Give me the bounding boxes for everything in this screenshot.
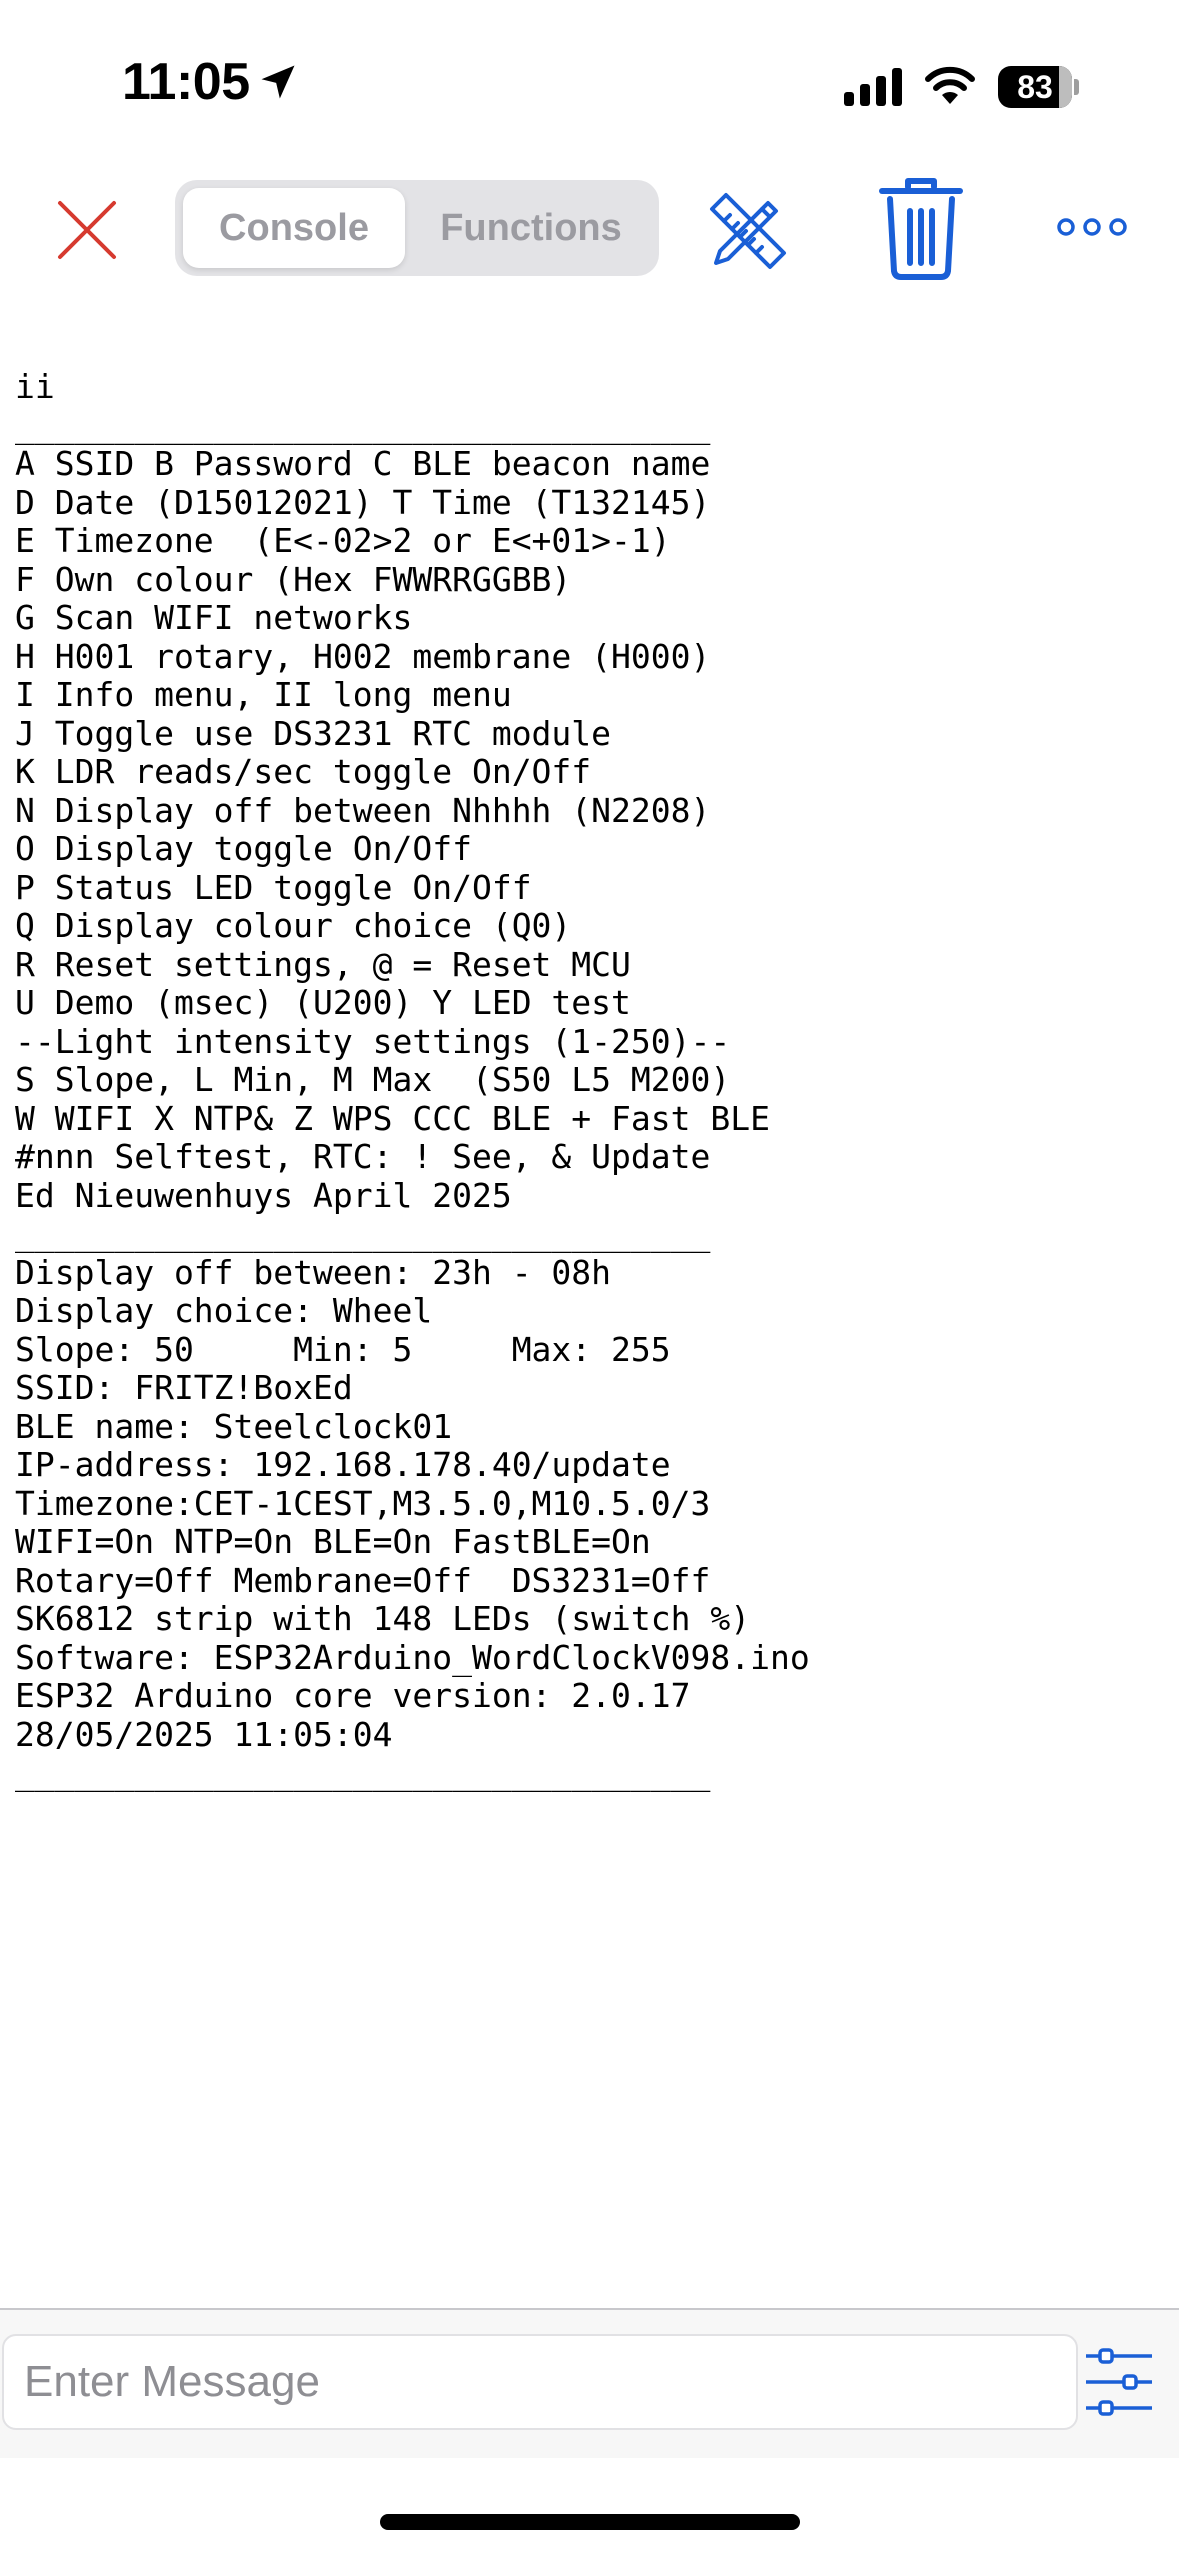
ruler-pencil-icon[interactable] [706,189,790,273]
console-line: A SSID B Password C BLE beacon name [15,444,711,483]
close-icon[interactable] [52,195,122,265]
status-bar: 11:05 83 [0,0,1179,160]
console-line: Ed Nieuwenhuys April 2025 [15,1175,512,1215]
console-line: WIFI=On NTP=On BLE=On FastBLE=On [15,1522,651,1561]
console-output: ii ___________________________________ A S… [15,367,1165,1793]
console-line: ___________________________________ [15,405,711,445]
console-line: W WIFI X NTP& Z WPS CCC BLE + Fast BLE [15,1098,770,1138]
trash-icon[interactable] [876,175,966,281]
battery-empty-portion [1059,66,1072,108]
console-line: SK6812 strip with 148 LEDs (switch %) [15,1599,751,1638]
console-line: G Scan WIFI networks [15,598,413,637]
console-line: K LDR reads/sec toggle On/Off [15,752,592,791]
console-line: ___________________________________ [15,1753,711,1792]
console-line: P Status LED toggle On/Off [15,867,532,907]
console-line: Timezone:CET-1CEST,M3.5.0,M10.5.0/3 [15,1483,711,1523]
console-line: SSID: FRITZ!BoxEd [15,1368,353,1407]
wifi-icon [925,66,975,104]
battery-cap [1074,79,1079,95]
console-line: S Slope, L Min, M Max (S50 L5 M200) [15,1060,731,1099]
console-line: ESP32 Arduino core version: 2.0.17 [15,1676,691,1715]
console-line: Software: ESP32Arduino_WordClockV098.ino [15,1637,810,1677]
console-line: E Timezone (E<-02>2 or E<+01>-1) [15,521,671,560]
console-line: Rotary=Off Membrane=Off DS3231=Off [15,1560,711,1600]
console-line: Slope: 50 Min: 5 Max: 255 [15,1329,671,1369]
battery-body: 83 [998,66,1072,108]
location-arrow-icon [261,65,295,99]
console-line: D Date (D15012021) T Time (T132145) [15,482,711,522]
console-line: H H001 rotary, H002 membrane (H000) [15,636,711,676]
tab-functions[interactable]: Functions [411,188,651,268]
tab-console[interactable]: Console [183,188,405,268]
cellular-signal-icon [844,68,902,106]
console-line: 28/05/2025 11:05:04 [15,1714,393,1754]
more-icon[interactable] [1056,207,1128,247]
message-input[interactable] [2,2334,1078,2430]
console-line: R Reset settings, @ = Reset MCU [15,944,631,984]
battery-level: 83 [1017,69,1053,105]
console-line: N Display off between Nhhhh (N2208) [15,790,711,830]
console-line: U Demo (msec) (U200) Y LED test [15,983,631,1022]
console-line: J Toggle use DS3231 RTC module [15,713,612,753]
console-line: I Info menu, II long menu [15,675,512,714]
home-indicator [380,2514,800,2530]
message-bar [0,2308,1179,2458]
console-line: --Light intensity settings (1-250)-- [15,1021,731,1061]
toolbar: Console Functions [0,165,1179,295]
status-time: 11:05 [122,53,250,111]
sliders-icon[interactable] [1084,2338,1154,2426]
battery-indicator: 83 [998,66,1079,108]
console-line: Display off between: 23h - 08h [15,1252,612,1292]
console-line: Display choice: Wheel [15,1291,433,1330]
console-line: IP-address: 192.168.178.40/update [15,1445,671,1484]
console-line: #nnn Selftest, RTC: ! See, & Update [15,1137,711,1176]
console-line: ii [15,367,55,406]
console-line: ___________________________________ [15,1214,711,1253]
console-line: Q Display colour choice (Q0) [15,906,572,945]
view-segmented-control: Console Functions [175,180,659,276]
console-line: O Display toggle On/Off [15,829,472,868]
console-line: F Own colour (Hex FWWRRGGBB) [15,559,572,599]
console-line: BLE name: Steelclock01 [15,1406,453,1446]
